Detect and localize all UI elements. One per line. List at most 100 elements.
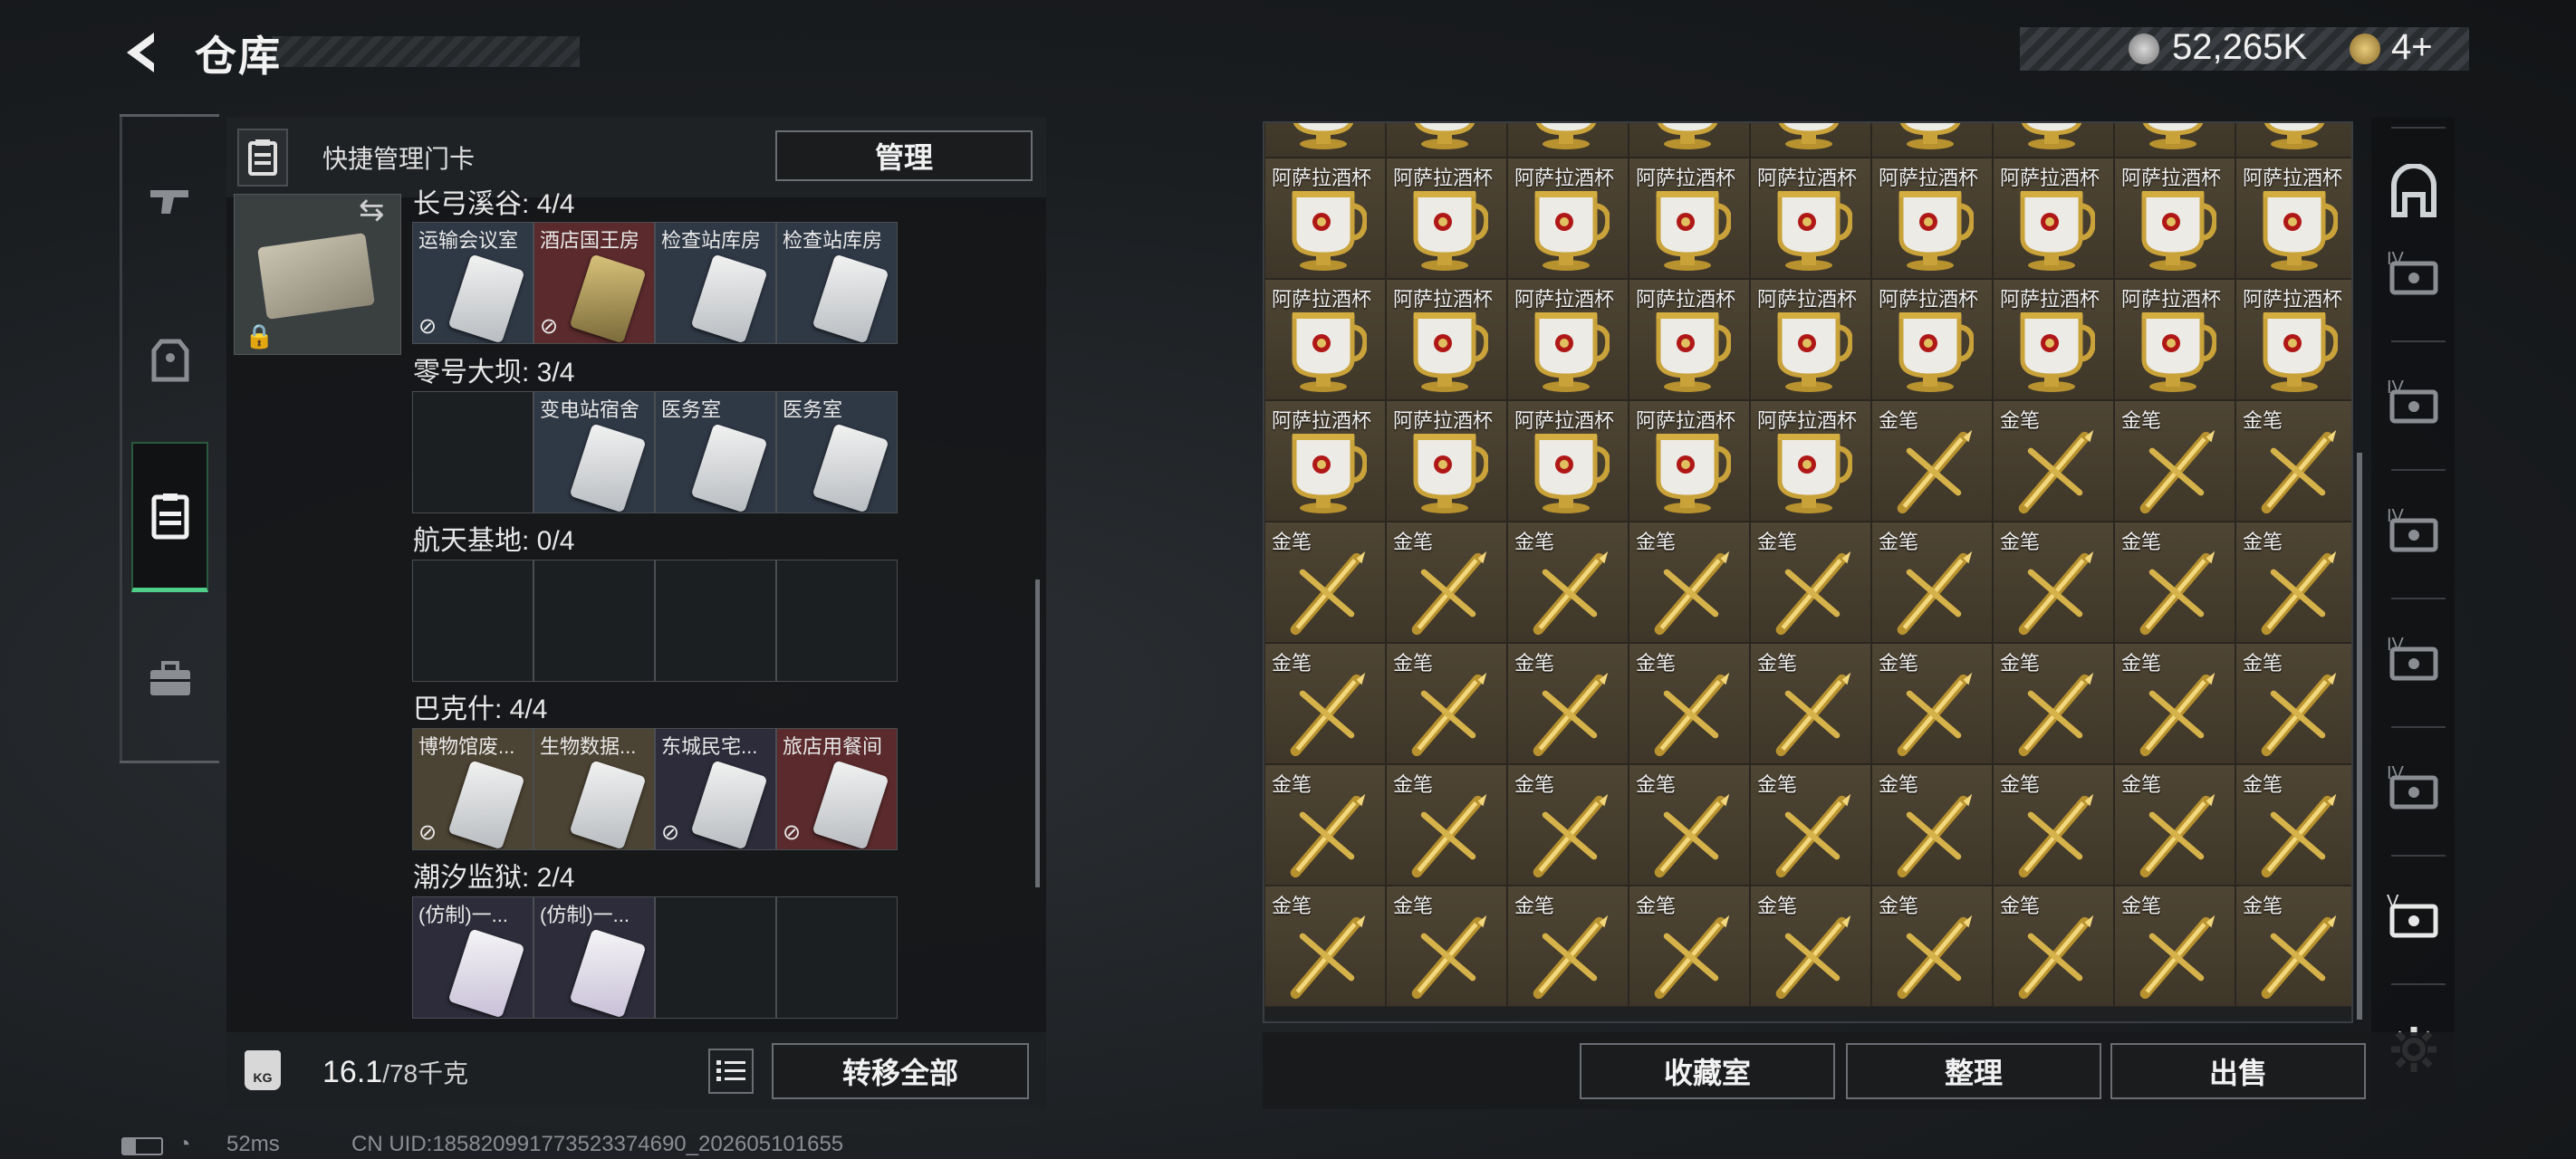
item-gold-pen[interactable]: 金笔 (1750, 764, 1871, 886)
item-gold-pen[interactable]: 金笔 (1386, 643, 1507, 764)
item-gold-pen[interactable]: 金笔 (1993, 764, 2114, 886)
item-gold-pen[interactable]: 金笔 (1507, 522, 1629, 643)
item-gold-pen[interactable]: 金笔 (2114, 522, 2235, 643)
item-asala-cup[interactable]: 阿萨拉酒杯 (1629, 123, 1750, 158)
keycard-slot[interactable]: 旅店用餐间 ⊘ (776, 728, 898, 850)
keycard-slot[interactable]: 检查站库房 (776, 222, 898, 344)
keycard-slot[interactable]: 医务室 (776, 391, 898, 513)
back-arrow-icon[interactable] (118, 27, 163, 78)
sell-button[interactable]: 出售 (2110, 1043, 2366, 1099)
keycard-slot[interactable]: 检查站库房 (655, 222, 776, 344)
item-gold-pen[interactable]: 金笔 (1871, 764, 1993, 886)
item-asala-cup[interactable]: 阿萨拉酒杯 (1750, 279, 1871, 400)
item-asala-cup[interactable]: 阿萨拉酒杯 (1993, 279, 2114, 400)
item-asala-cup[interactable]: 阿萨拉酒杯 (1507, 158, 1629, 279)
item-gold-pen[interactable]: 金笔 (1507, 643, 1629, 764)
list-view-icon[interactable] (708, 1049, 754, 1094)
item-asala-cup[interactable]: 阿萨拉酒杯 (1993, 158, 2114, 279)
inventory-scrollbar[interactable] (2357, 453, 2362, 1020)
manage-button[interactable]: 管理 (775, 130, 1033, 181)
item-gold-pen[interactable]: 金笔 (1993, 643, 2114, 764)
item-asala-cup[interactable]: 阿萨拉酒杯 (1750, 158, 1871, 279)
keycard-slot-empty[interactable] (655, 896, 776, 1019)
nav-case[interactable] (131, 634, 208, 724)
item-gold-pen[interactable]: 金笔 (2235, 886, 2351, 1007)
item-gold-pen[interactable]: 金笔 (1264, 522, 1386, 643)
item-asala-cup[interactable]: 阿萨拉酒杯 (2235, 158, 2351, 279)
item-gold-pen[interactable]: 金笔 (1993, 522, 2114, 643)
item-gold-pen[interactable]: 金笔 (1750, 886, 1871, 1007)
item-gold-pen[interactable]: 金笔 (2235, 764, 2351, 886)
nav-keycards[interactable] (131, 442, 208, 592)
item-gold-pen[interactable]: 金笔 (2114, 400, 2235, 522)
rail-container-slot[interactable]: IV (2382, 371, 2446, 435)
item-asala-cup[interactable]: 阿萨拉酒杯 (1871, 123, 1993, 158)
keycard-slot[interactable]: 东城民宅... ⊘ (655, 728, 776, 850)
item-gold-pen[interactable]: 金笔 (1871, 400, 1993, 522)
item-asala-cup[interactable]: 阿萨拉酒杯 (1264, 400, 1386, 522)
item-gold-pen[interactable]: 金笔 (2235, 400, 2351, 522)
rail-container-slot[interactable]: IV (2382, 500, 2446, 563)
keycard-slot[interactable]: 变电站宿舍 (533, 391, 655, 513)
item-asala-cup[interactable]: 阿萨拉酒杯 (1629, 400, 1750, 522)
item-asala-cup[interactable]: 阿萨拉酒杯 (1386, 158, 1507, 279)
transfer-all-button[interactable]: 转移全部 (772, 1043, 1029, 1099)
item-gold-pen[interactable]: 金笔 (1871, 886, 1993, 1007)
keycard-slot-empty[interactable] (412, 391, 533, 513)
item-gold-pen[interactable]: 金笔 (2235, 522, 2351, 643)
organize-button[interactable]: 整理 (1846, 1043, 2101, 1099)
keycard-slot[interactable]: 运输会议室 ⊘ (412, 222, 533, 344)
item-gold-pen[interactable]: 金笔 (2114, 643, 2235, 764)
item-asala-cup[interactable]: 阿萨拉酒杯 (1750, 400, 1871, 522)
item-asala-cup[interactable]: 阿萨拉酒杯 (2235, 279, 2351, 400)
item-gold-pen[interactable]: 金笔 (1750, 643, 1871, 764)
keycard-slot-empty[interactable] (776, 896, 898, 1019)
item-asala-cup[interactable]: 阿萨拉酒杯 (1386, 400, 1507, 522)
rail-home[interactable] (2382, 159, 2446, 223)
keycard-slot[interactable]: 医务室 (655, 391, 776, 513)
item-asala-cup[interactable]: 阿萨拉酒杯 (1629, 279, 1750, 400)
item-gold-pen[interactable]: 金笔 (1871, 643, 1993, 764)
collection-room-button[interactable]: 收藏室 (1580, 1043, 1835, 1099)
item-gold-pen[interactable]: 金笔 (2235, 643, 2351, 764)
item-gold-pen[interactable]: 金笔 (1993, 400, 2114, 522)
keycard-slot[interactable]: (仿制)一... (533, 896, 655, 1019)
rail-container-slot[interactable]: IV (2382, 243, 2446, 306)
item-asala-cup[interactable]: 阿萨拉酒杯 (1386, 123, 1507, 158)
item-asala-cup[interactable]: 阿萨拉酒杯 (1264, 123, 1386, 158)
item-gold-pen[interactable]: 金笔 (1264, 764, 1386, 886)
nav-weapons[interactable] (131, 156, 208, 246)
item-asala-cup[interactable]: 阿萨拉酒杯 (1507, 279, 1629, 400)
item-gold-pen[interactable]: 金笔 (1629, 522, 1750, 643)
item-asala-cup[interactable]: 阿萨拉酒杯 (2114, 279, 2235, 400)
item-gold-pen[interactable]: 金笔 (1993, 886, 2114, 1007)
keycard-slot-empty[interactable] (776, 560, 898, 682)
item-asala-cup[interactable]: 阿萨拉酒杯 (1507, 123, 1629, 158)
item-asala-cup[interactable]: 阿萨拉酒杯 (2114, 158, 2235, 279)
item-gold-pen[interactable]: 金笔 (1507, 886, 1629, 1007)
swap-icon[interactable]: ⇆ (359, 192, 385, 228)
item-gold-pen[interactable]: 金笔 (1264, 886, 1386, 1007)
keycard-scrollbar[interactable] (1035, 580, 1040, 887)
item-asala-cup[interactable]: 阿萨拉酒杯 (1507, 400, 1629, 522)
rail-container-slot[interactable]: V (2382, 886, 2446, 949)
item-asala-cup[interactable]: 阿萨拉酒杯 (1264, 158, 1386, 279)
item-asala-cup[interactable]: 阿萨拉酒杯 (1750, 123, 1871, 158)
item-asala-cup[interactable]: 阿萨拉酒杯 (1386, 279, 1507, 400)
item-asala-cup[interactable]: 阿萨拉酒杯 (2114, 123, 2235, 158)
item-gold-pen[interactable]: 金笔 (2114, 764, 2235, 886)
item-gold-pen[interactable]: 金笔 (1750, 522, 1871, 643)
keycard-slot-empty[interactable] (655, 560, 776, 682)
item-gold-pen[interactable]: 金笔 (1629, 886, 1750, 1007)
keycard-slot[interactable]: 生物数据... (533, 728, 655, 850)
keycard-slot[interactable]: 博物馆废... ⊘ (412, 728, 533, 850)
nav-armor[interactable] (131, 315, 208, 406)
item-gold-pen[interactable]: 金笔 (1871, 522, 1993, 643)
item-gold-pen[interactable]: 金笔 (2114, 886, 2235, 1007)
item-asala-cup[interactable]: 阿萨拉酒杯 (2235, 123, 2351, 158)
keycard-slot-empty[interactable] (533, 560, 655, 682)
item-gold-pen[interactable]: 金笔 (1629, 643, 1750, 764)
item-asala-cup[interactable]: 阿萨拉酒杯 (1264, 279, 1386, 400)
rail-container-slot[interactable]: IV (2382, 757, 2446, 820)
rail-container-slot[interactable]: IV (2382, 628, 2446, 692)
